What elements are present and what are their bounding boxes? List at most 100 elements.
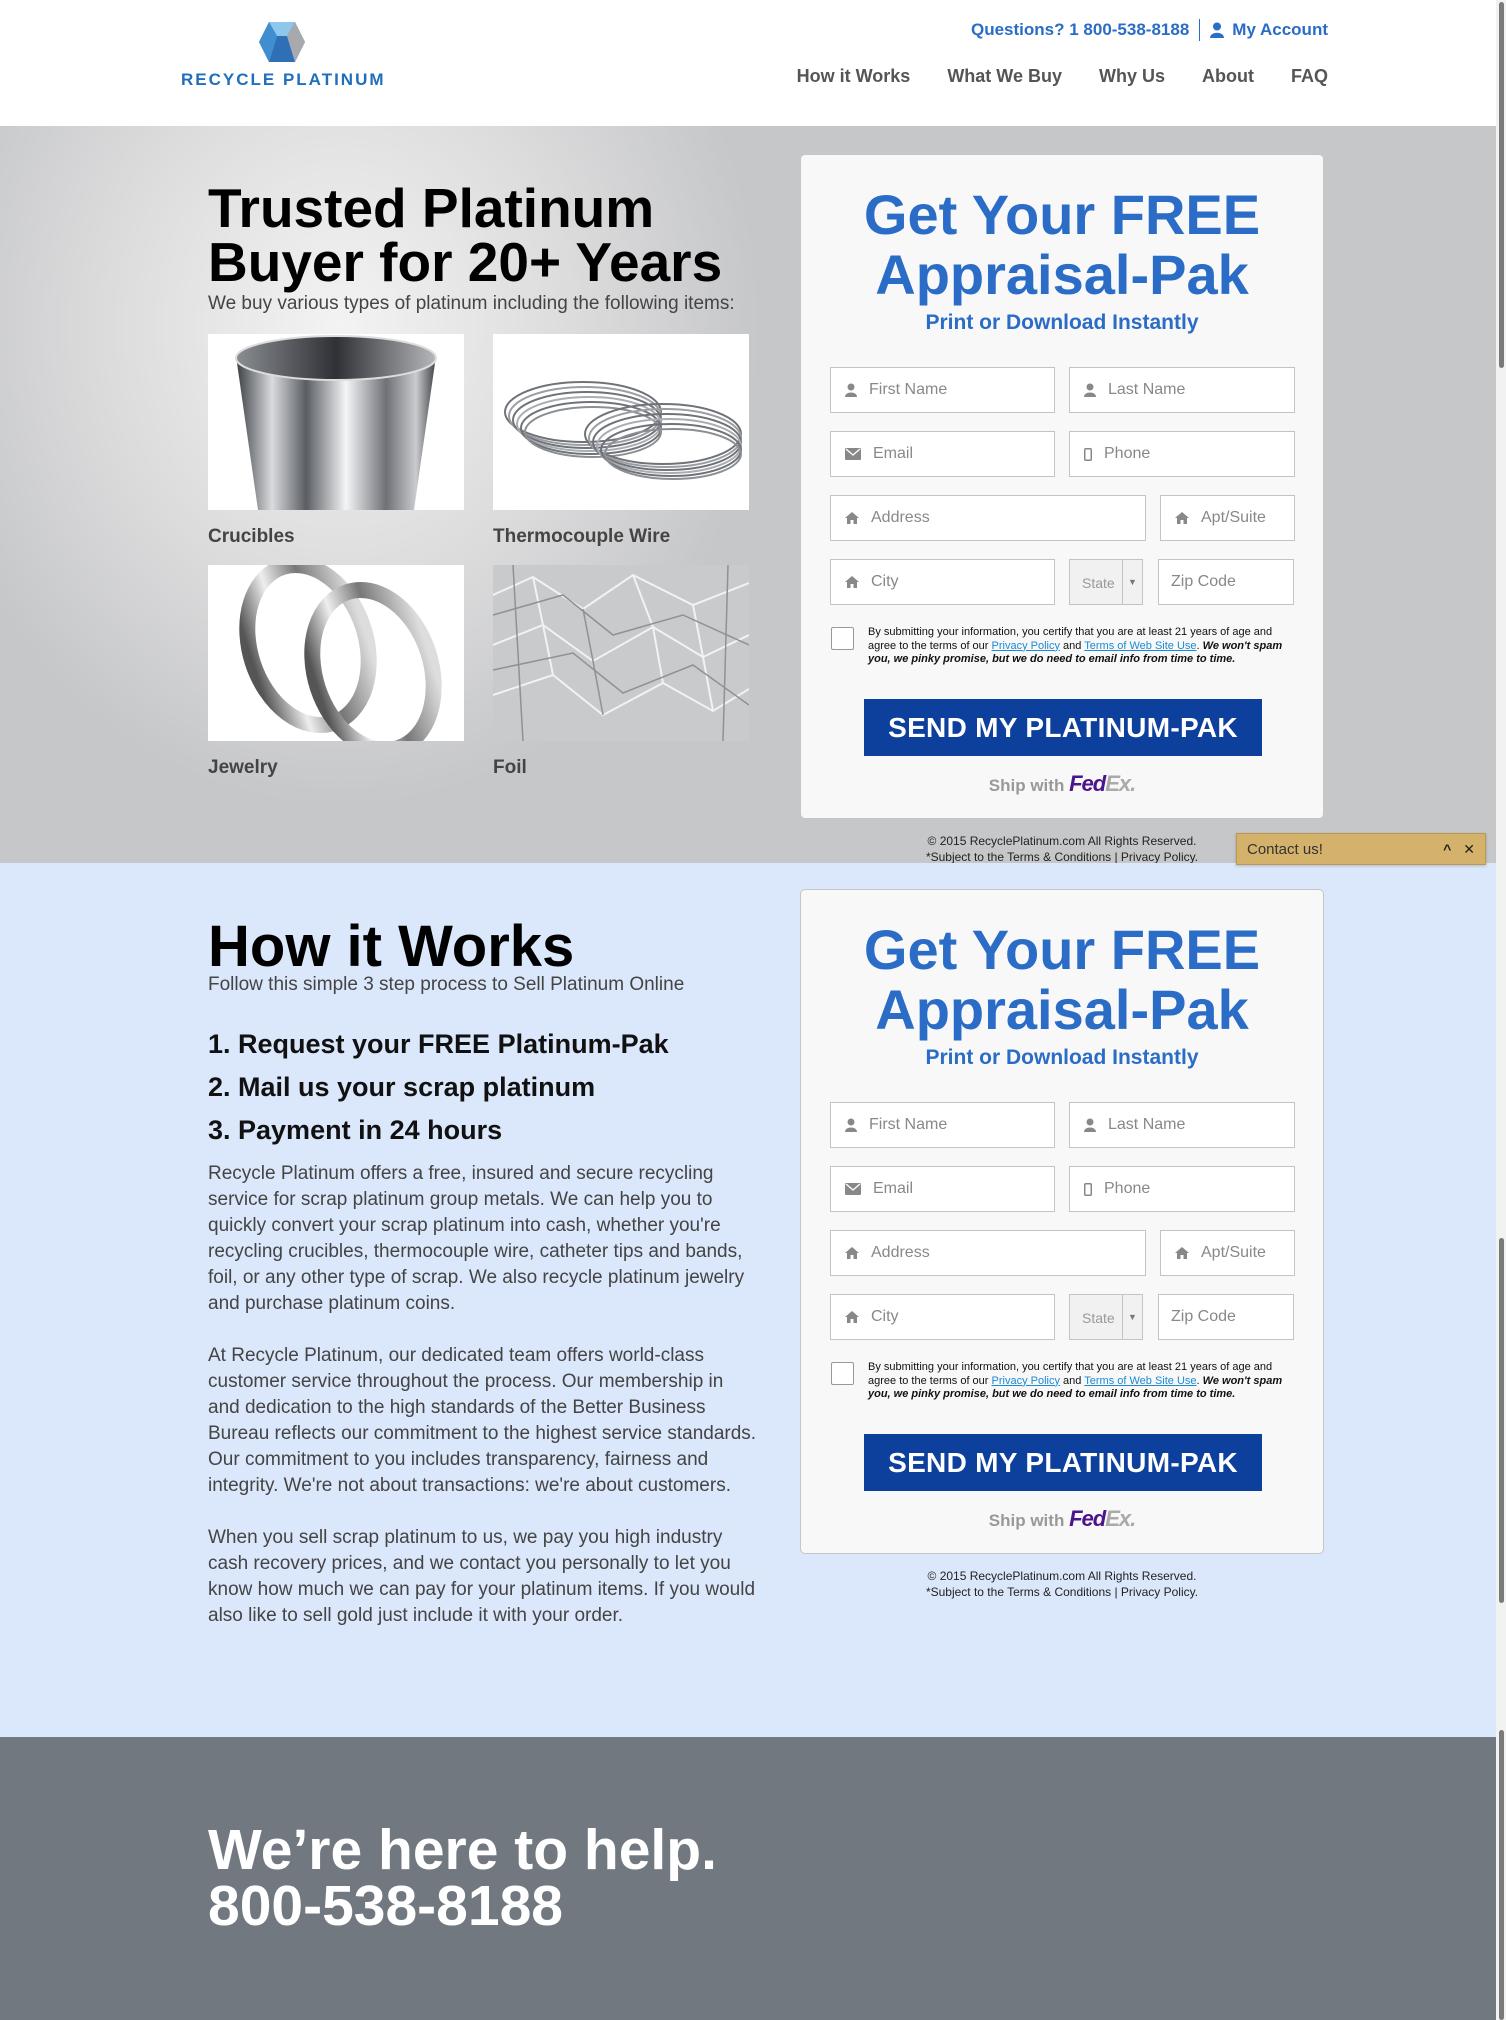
paragraph: When you sell scrap platinum to us, we p… [208, 1527, 756, 1626]
nav-about[interactable]: About [1202, 66, 1254, 87]
fedex-ex: Ex. [1105, 1506, 1136, 1531]
home-icon [1175, 1247, 1189, 1259]
first-name-placeholder: First Name [869, 381, 948, 398]
last-name-field[interactable]: Last Name [1069, 367, 1295, 413]
send-platinum-pak-button[interactable]: SEND MY PLATINUM-PAK [864, 699, 1262, 756]
caret-down-icon: ▼ [1122, 1295, 1142, 1339]
email-field[interactable]: Email [830, 431, 1055, 477]
phone-field[interactable]: Phone [1069, 431, 1295, 477]
hero-subtitle: We buy various types of platinum includi… [208, 293, 735, 314]
logo-mark-icon [259, 22, 305, 62]
wire-image [493, 334, 749, 510]
fedex-fe: Fed [1069, 771, 1106, 796]
paragraph: At Recycle Platinum, our dedicated team … [208, 1345, 757, 1496]
fedex-fe: Fed [1069, 1506, 1106, 1531]
nav-why-us[interactable]: Why Us [1099, 66, 1165, 87]
how-body: Recycle Platinum offers a free, insured … [208, 1161, 760, 1655]
chevron-up-icon[interactable]: ^ [1443, 841, 1451, 858]
last-name-placeholder: Last Name [1108, 1116, 1186, 1133]
terms-text: By submitting your information, you cert… [868, 626, 1283, 665]
item-jewelry[interactable]: Jewelry [208, 565, 464, 779]
apt-suite-placeholder: Apt/Suite [1201, 1244, 1266, 1261]
nav-how-it-works[interactable]: How it Works [797, 66, 911, 87]
ship-with-fedex: Ship with FedEx. [801, 1506, 1323, 1532]
scrollbar-thumb[interactable] [1499, 1238, 1504, 1603]
how-title: How it Works [208, 914, 575, 979]
phone-placeholder: Phone [1104, 445, 1151, 462]
email-placeholder: Email [873, 445, 914, 462]
item-thermocouple-wire[interactable]: Thermocouple Wire [493, 334, 749, 548]
appraisal-form-card: Get Your FREE Appraisal-Pak Print or Dow… [800, 154, 1324, 819]
zip-code-placeholder: Zip Code [1171, 1308, 1236, 1325]
nav-faq[interactable]: FAQ [1291, 66, 1328, 87]
phone-placeholder: Phone [1104, 1180, 1151, 1197]
steps-list: 1. Request your FREE Platinum-Pak 2. Mai… [208, 1023, 669, 1152]
state-select[interactable]: State ▼ [1069, 559, 1143, 605]
terms-checkbox[interactable] [831, 627, 854, 650]
form-subtitle: Print or Download Instantly [925, 1046, 1199, 1069]
help-phone[interactable]: 800-538-8188 [208, 1878, 717, 1935]
paragraph: Recycle Platinum offers a free, insured … [208, 1163, 745, 1314]
help-section: We’re here to help. 800-538-8188 [0, 1737, 1506, 2020]
terms-checkbox[interactable] [831, 1362, 854, 1385]
apt-suite-field[interactable]: Apt/Suite [1160, 1230, 1295, 1276]
first-name-placeholder: First Name [869, 1116, 948, 1133]
address-field[interactable]: Address [830, 495, 1146, 541]
scrollbar-thumb[interactable] [1499, 2, 1504, 368]
privacy-policy-link[interactable]: Privacy Policy [992, 1375, 1060, 1387]
user-icon [845, 383, 857, 397]
terms-text: By submitting your information, you cert… [868, 1361, 1283, 1400]
item-label: Thermocouple Wire [493, 526, 671, 547]
mobile-phone-icon [1084, 1182, 1092, 1196]
first-name-field[interactable]: First Name [830, 1102, 1055, 1148]
hero-section: Trusted Platinum Buyer for 20+ Years We … [0, 126, 1506, 864]
logo[interactable]: RECYCLE PLATINUM [181, 20, 386, 92]
step-item: 1. Request your FREE Platinum-Pak [208, 1029, 669, 1059]
city-field[interactable]: City [830, 559, 1055, 605]
scrollbar[interactable] [1496, 0, 1506, 2020]
contact-us-label: Contact us! [1247, 840, 1323, 858]
my-account-label: My Account [1232, 20, 1328, 39]
apt-suite-field[interactable]: Apt/Suite [1160, 495, 1295, 541]
contact-us-widget[interactable]: Contact us! ^ ✕ [1236, 833, 1486, 865]
scrollbar-thumb[interactable] [1499, 1730, 1504, 2020]
copyright: © 2015 RecyclePlatinum.com All Rights Re… [927, 1569, 1197, 1583]
home-icon [845, 576, 859, 588]
nav-what-we-buy[interactable]: What We Buy [947, 66, 1062, 87]
phone-link[interactable]: Questions? 1 800-538-8188 [971, 20, 1189, 40]
email-field[interactable]: Email [830, 1166, 1055, 1212]
help-heading: We’re here to help. 800-538-8188 [208, 1818, 717, 1935]
ship-with-fedex: Ship with FedEx. [801, 771, 1323, 797]
hero-title: Trusted Platinum Buyer for 20+ Years [208, 177, 723, 293]
foil-image [493, 565, 749, 741]
item-label: Foil [493, 757, 527, 778]
city-field[interactable]: City [830, 1294, 1055, 1340]
site-header: RECYCLE PLATINUM Questions? 1 800-538-81… [0, 0, 1506, 126]
close-icon[interactable]: ✕ [1463, 841, 1475, 858]
terms-and: and [1063, 1374, 1082, 1387]
address-field[interactable]: Address [830, 1230, 1146, 1276]
zip-code-field[interactable]: Zip Code [1158, 1294, 1294, 1340]
send-platinum-pak-button[interactable]: SEND MY PLATINUM-PAK [864, 1434, 1262, 1491]
zip-code-field[interactable]: Zip Code [1158, 559, 1294, 605]
terms-of-use-link[interactable]: Terms of Web Site Use [1084, 1375, 1196, 1387]
how-subtitle: Follow this simple 3 step process to Sel… [208, 974, 685, 995]
item-crucibles[interactable]: Crucibles [208, 334, 464, 548]
last-name-field[interactable]: Last Name [1069, 1102, 1295, 1148]
state-select[interactable]: State ▼ [1069, 1294, 1143, 1340]
item-foil[interactable]: Foil [493, 565, 749, 779]
my-account-link[interactable]: My Account [1210, 20, 1328, 40]
state-placeholder: State [1082, 1310, 1115, 1326]
city-placeholder: City [871, 573, 899, 590]
how-it-works-section: How it Works Follow this simple 3 step p… [0, 863, 1506, 1737]
privacy-policy-link[interactable]: Privacy Policy [992, 640, 1060, 652]
help-line: We’re here to help. [208, 1818, 717, 1882]
form-title: Get Your FREE Appraisal-Pak [863, 918, 1261, 1041]
terms-of-use-link[interactable]: Terms of Web Site Use [1084, 640, 1196, 652]
logo-text: RECYCLE PLATINUM [181, 70, 386, 89]
first-name-field[interactable]: First Name [830, 367, 1055, 413]
phone-field[interactable]: Phone [1069, 1166, 1295, 1212]
appraisal-form-card-2: Get Your FREE Appraisal-Pak Print or Dow… [800, 889, 1324, 1554]
subject-terms: *Subject to the Terms & Conditions | Pri… [925, 1585, 1199, 1599]
email-placeholder: Email [873, 1180, 914, 1197]
